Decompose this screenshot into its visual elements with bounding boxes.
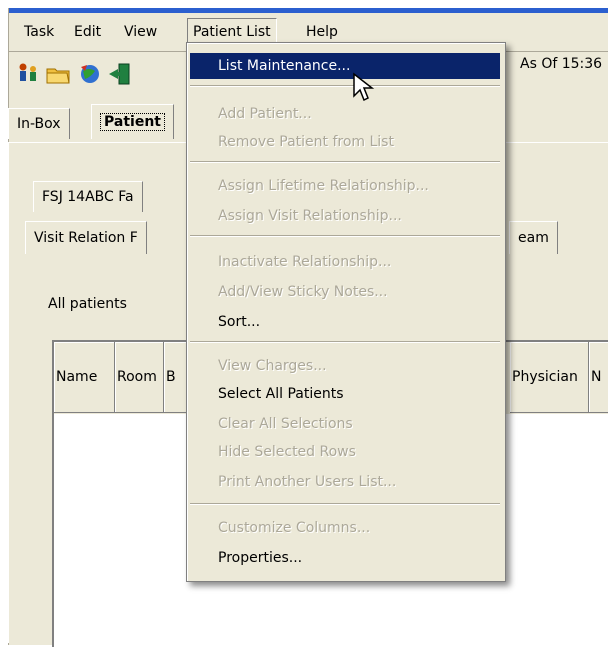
refresh-globe-icon[interactable] <box>77 61 103 87</box>
menu-item-assign-lifetime: Assign Lifetime Relationship... <box>218 178 429 194</box>
tab-inbox[interactable]: In-Box <box>8 108 70 139</box>
menu-item-remove-patient: Remove Patient from List <box>218 134 394 150</box>
menu-item-view-charges: View Charges... <box>218 358 327 374</box>
menu-item-properties[interactable]: Properties... <box>190 545 500 571</box>
column-header-physician[interactable]: Physician <box>510 342 589 413</box>
menu-separator <box>190 85 500 87</box>
menu-item-sticky-notes: Add/View Sticky Notes... <box>218 284 388 300</box>
menu-item-hide-rows: Hide Selected Rows <box>218 444 356 460</box>
tab-fsj-list[interactable]: FSJ 14ABC Fa <box>33 181 143 212</box>
menu-item-print-other: Print Another Users List... <box>218 474 397 490</box>
tab-patient[interactable]: Patient <box>91 104 174 139</box>
menu-separator <box>190 503 500 505</box>
menu-item-sort[interactable]: Sort... <box>190 309 500 335</box>
menu-item-select-all[interactable]: Select All Patients <box>190 381 500 407</box>
menu-separator <box>190 235 500 237</box>
menu-item-list-maintenance[interactable]: List Maintenance... <box>190 53 500 79</box>
open-folder-icon[interactable] <box>45 61 71 87</box>
tab-team[interactable]: eam <box>509 221 558 254</box>
menu-separator <box>190 161 500 163</box>
menu-item-inactivate: Inactivate Relationship... <box>218 254 392 270</box>
tab-patient-label: Patient <box>100 113 165 131</box>
menu-separator <box>190 341 500 343</box>
column-header-room[interactable]: Room <box>115 342 164 413</box>
menu-edit[interactable]: Edit <box>69 21 106 43</box>
menu-item-clear-selections: Clear All Selections <box>218 416 353 432</box>
menu-item-add-patient: Add Patient... <box>218 106 312 122</box>
menu-view[interactable]: View <box>119 21 162 43</box>
menu-help[interactable]: Help <box>301 21 343 43</box>
mouse-cursor-icon <box>353 72 375 102</box>
menu-task[interactable]: Task <box>19 21 59 43</box>
patient-list-menu: List Maintenance... Add Patient... Remov… <box>186 42 506 582</box>
exit-icon[interactable] <box>107 61 133 87</box>
menu-item-customize-columns: Customize Columns... <box>218 520 371 536</box>
menu-item-assign-visit: Assign Visit Relationship... <box>218 208 402 224</box>
column-header-n[interactable]: N <box>589 342 608 413</box>
as-of-timestamp: As Of 15:36 <box>520 56 603 72</box>
column-header-name[interactable]: Name <box>54 342 115 413</box>
tab-visit-relation[interactable]: Visit Relation F <box>25 221 147 254</box>
list-title: All patients <box>48 296 127 312</box>
patient-icon[interactable] <box>15 61 41 87</box>
